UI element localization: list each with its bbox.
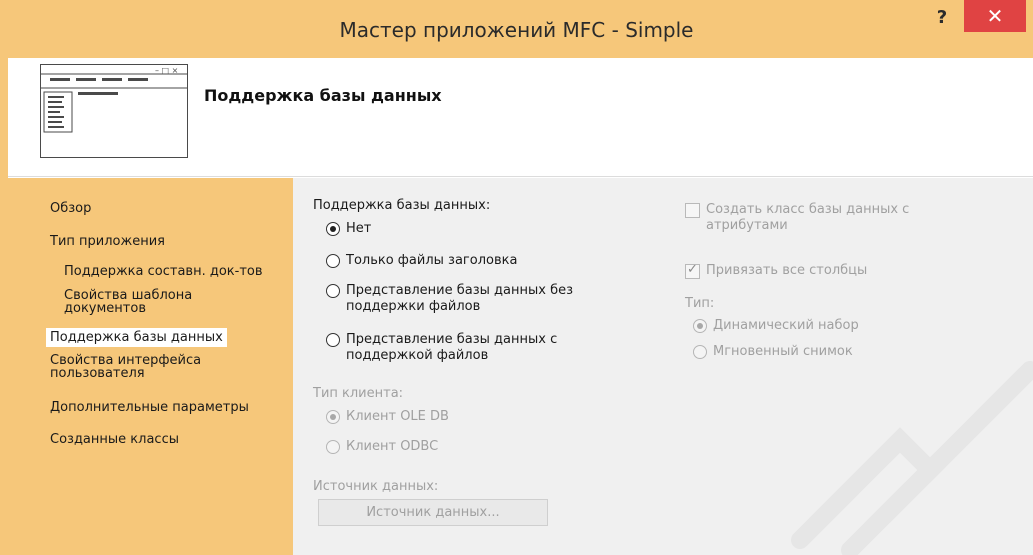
nav-item-advanced[interactable]: Дополнительные параметры [50, 400, 249, 415]
nav-item-doc-template[interactable]: Свойства шаблона документов [64, 289, 192, 315]
window-frame: Мастер приложений MFC - Simple ? ✕ – □ × [0, 0, 1033, 555]
checkbox-bind-all-columns[interactable]: Привязать все столбцы [685, 262, 868, 279]
main-panel: Поддержка базы данных: Нет Только файлы … [293, 178, 1033, 555]
help-button[interactable]: ? [928, 6, 956, 30]
radio-indicator [693, 345, 707, 359]
window-title: Мастер приложений MFC - Simple [339, 18, 694, 42]
radio-label: Динамический набор [713, 318, 859, 333]
checkbox-create-db-class[interactable]: Создать класс базы данных с атрибутами [685, 202, 909, 234]
radio-indicator [326, 440, 340, 454]
radio-indicator [693, 319, 707, 333]
radio-label: Нет [346, 221, 372, 236]
checkbox-label: Привязать все столбцы [706, 263, 868, 278]
nav-item-compound-docs[interactable]: Поддержка составн. док-тов [64, 264, 263, 279]
radio-indicator [326, 284, 340, 298]
radio-snapshot[interactable]: Мгновенный снимок [693, 344, 853, 360]
radio-client-odbc[interactable]: Клиент ODBC [326, 439, 438, 455]
header-band: – □ × Поддержка базы данных [8, 58, 1033, 177]
wizard-window-icon: – □ × [40, 64, 188, 158]
nav-item-ui-features[interactable]: Свойства интерфейса пользователя [50, 354, 201, 380]
radio-db-none[interactable]: Нет [326, 221, 371, 237]
client-type-label: Тип клиента: [313, 386, 404, 401]
dialog-client: – □ × Поддержка базы данных Обзор Тип пр… [8, 58, 1033, 555]
close-button[interactable]: ✕ [964, 0, 1026, 32]
page-title: Поддержка базы данных [204, 86, 442, 105]
radio-label: Клиент ODBC [346, 439, 439, 454]
nav-item-db-support[interactable]: Поддержка базы данных [46, 328, 227, 347]
radio-label: Мгновенный снимок [713, 344, 853, 359]
radio-indicator [326, 222, 340, 236]
nav-item-app-type[interactable]: Тип приложения [50, 234, 165, 249]
nav-item-generated-classes[interactable]: Созданные классы [50, 432, 179, 447]
radio-header-only[interactable]: Только файлы заголовка [326, 253, 517, 269]
radio-db-view-with-file[interactable]: Представление базы данных с поддержкой ф… [326, 332, 557, 364]
radio-label: Только файлы заголовка [346, 253, 518, 268]
radio-label: Клиент OLE DB [346, 409, 449, 424]
radio-db-view-no-file[interactable]: Представление базы данных без поддержки … [326, 283, 573, 315]
radio-indicator [326, 410, 340, 424]
nav-item-overview[interactable]: Обзор [50, 201, 91, 216]
checkbox-indicator [685, 203, 700, 218]
checkbox-label: Создать класс базы данных с атрибутами [706, 202, 910, 233]
title-bar: Мастер приложений MFC - Simple ? ✕ [0, 0, 1033, 58]
svg-text:– □ ×: – □ × [155, 66, 178, 75]
data-source-button[interactable]: Источник данных... [318, 499, 548, 526]
radio-label: Представление базы данных с поддержкой ф… [346, 332, 558, 363]
radio-client-oledb[interactable]: Клиент OLE DB [326, 409, 449, 425]
radio-indicator [326, 333, 340, 347]
radio-indicator [326, 254, 340, 268]
db-support-group-label: Поддержка базы данных: [313, 198, 491, 213]
nav-panel: Обзор Тип приложения Поддержка составн. … [8, 178, 293, 555]
data-source-label: Источник данных: [313, 479, 439, 494]
wizard-nav: Обзор Тип приложения Поддержка составн. … [8, 178, 293, 555]
radio-label: Представление базы данных без поддержки … [346, 283, 574, 314]
checkbox-indicator [685, 262, 700, 279]
type-label: Тип: [685, 296, 715, 311]
radio-dynaset[interactable]: Динамический набор [693, 318, 859, 334]
